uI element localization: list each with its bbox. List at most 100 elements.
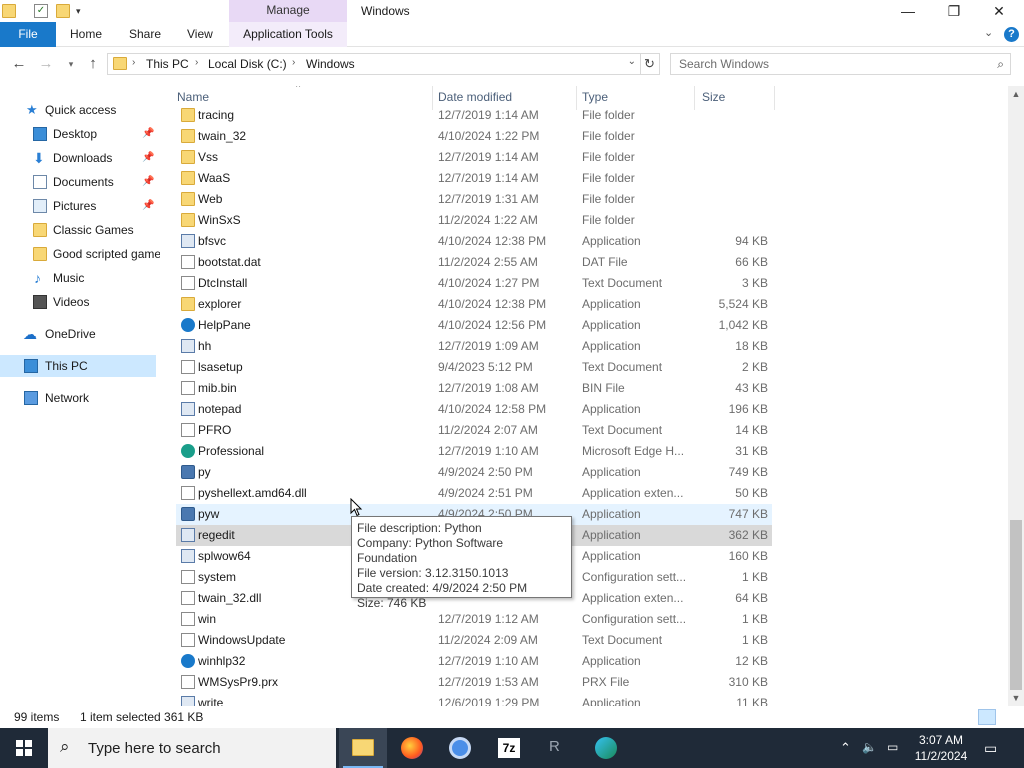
file-row[interactable]: DtcInstall 4/10/2024 1:27 PM Text Document…	[176, 273, 772, 294]
start-button[interactable]	[0, 728, 48, 768]
scroll-up-arrow-icon[interactable]: ▲	[1008, 86, 1024, 102]
nav-this-pc[interactable]: This PC	[0, 355, 156, 377]
taskbar-r[interactable]: R	[533, 728, 581, 768]
volume-muted-icon[interactable]: 🔈	[862, 740, 877, 754]
doc-icon	[181, 255, 195, 269]
maximize-button[interactable]: ❐	[931, 0, 977, 24]
file-row[interactable]: write 12/6/2019 1:29 PM Application 11 KB	[176, 693, 772, 706]
expand-ribbon-icon[interactable]: ⌄	[984, 26, 993, 39]
file-name: pyw	[198, 507, 220, 521]
notifications-icon[interactable]: ▭	[984, 740, 997, 757]
new-folder-icon[interactable]	[56, 4, 70, 18]
taskbar-edge[interactable]	[582, 728, 630, 768]
file-type: Application	[582, 297, 641, 311]
file-row[interactable]: Web 12/7/2019 1:31 AM File folder	[176, 189, 772, 210]
refresh-icon[interactable]: ↻	[640, 53, 660, 75]
file-row[interactable]: tracing 12/7/2019 1:14 AM File folder	[176, 105, 772, 126]
file-row[interactable]: lsasetup 9/4/2023 5:12 PM Text Document 2 K…	[176, 357, 772, 378]
file-row[interactable]: Professional 12/7/2019 1:10 AM Microsoft E…	[176, 441, 772, 462]
nav-label: Good scripted games	[53, 247, 160, 261]
customize-toolbar-icon[interactable]: ▾	[76, 4, 90, 18]
file-type: Application	[582, 465, 641, 479]
tab-view[interactable]: View	[187, 22, 213, 47]
breadcrumb-windows[interactable]: Windows	[306, 57, 355, 71]
help-icon[interactable]: ?	[1004, 27, 1019, 42]
nav-quick-access[interactable]: ★ Quick access	[0, 99, 160, 121]
file-row[interactable]: WMSysPr9.prx 12/7/2019 1:53 AM PRX File 310…	[176, 672, 772, 693]
nav-item-videos[interactable]: Videos	[0, 291, 160, 313]
taskbar-chrome[interactable]	[436, 728, 484, 768]
forward-arrow-icon[interactable]: →	[36, 54, 56, 74]
taskbar-firefox[interactable]	[388, 728, 436, 768]
nav-network[interactable]: Network	[0, 387, 160, 409]
tooltip-line: File version: 3.12.3150.1013	[357, 566, 509, 580]
file-row[interactable]: bootstat.dat 11/2/2024 2:55 AM DAT File 66 …	[176, 252, 772, 273]
chevron-right-icon[interactable]: ›	[132, 57, 135, 68]
properties-icon[interactable]: ✓	[34, 4, 48, 18]
scroll-down-arrow-icon[interactable]: ▼	[1008, 690, 1024, 706]
address-dropdown-icon[interactable]: ⌄	[628, 56, 636, 67]
nav-onedrive[interactable]: ☁ OneDrive	[0, 323, 160, 345]
breadcrumb-this-pc[interactable]: This PC	[146, 57, 189, 71]
nav-item-downloads[interactable]: ⬇ Downloads 📌	[0, 147, 160, 169]
search-placeholder: Search Windows	[679, 57, 770, 71]
py-icon	[181, 507, 195, 521]
nav-item-music[interactable]: ♪ Music	[0, 267, 160, 289]
edge-icon	[181, 444, 195, 458]
file-row[interactable]: twain_32 4/10/2024 1:22 PM File folder	[176, 126, 772, 147]
nav-item-good-scripted-games[interactable]: Good scripted games	[0, 243, 160, 265]
nav-item-documents[interactable]: Documents 📌	[0, 171, 160, 193]
folder-icon	[181, 108, 195, 122]
file-date: 12/7/2019 1:10 AM	[438, 654, 539, 668]
file-row[interactable]: hh 12/7/2019 1:09 AM Application 18 KB	[176, 336, 772, 357]
large-icons-view-icon[interactable]	[1000, 709, 1018, 725]
file-type: Application	[582, 402, 641, 416]
address-bar[interactable]: › This PC › Local Disk (C:) › Windows ⌄	[107, 53, 641, 75]
file-row[interactable]: HelpPane 4/10/2024 12:56 PM Application 1,0…	[176, 315, 772, 336]
tab-share[interactable]: Share	[129, 22, 161, 47]
taskbar-7zip[interactable]: 7z	[485, 728, 533, 768]
file-row[interactable]: WindowsUpdate 11/2/2024 2:09 AM Text Docum…	[176, 630, 772, 651]
file-row[interactable]: Vss 12/7/2019 1:14 AM File folder	[176, 147, 772, 168]
file-row[interactable]: WaaS 12/7/2019 1:14 AM File folder	[176, 168, 772, 189]
file-row[interactable]: win 12/7/2019 1:12 AM Configuration sett..…	[176, 609, 772, 630]
file-row[interactable]: notepad 4/10/2024 12:58 PM Application 196 …	[176, 399, 772, 420]
file-row[interactable]: pyshellext.amd64.dll 4/9/2024 2:51 PM Appl…	[176, 483, 772, 504]
show-hidden-icons-icon[interactable]: ⌃	[840, 740, 851, 756]
file-row[interactable]: winhlp32 12/7/2019 1:10 AM Application 12 K…	[176, 651, 772, 672]
taskbar-search-box[interactable]: ⌕ Type here to search	[48, 728, 336, 768]
search-input[interactable]: Search Windows ⌕	[670, 53, 1011, 75]
column-divider[interactable]	[774, 86, 775, 110]
system-clock[interactable]: 3:07 AM 11/2/2024	[912, 732, 970, 764]
nav-item-pictures[interactable]: Pictures 📌	[0, 195, 160, 217]
scrollbar-thumb[interactable]	[1010, 520, 1022, 690]
tab-application-tools[interactable]: Application Tools	[229, 22, 347, 47]
file-date: 12/7/2019 1:53 AM	[438, 675, 539, 689]
file-row[interactable]: WinSxS 11/2/2024 1:22 AM File folder	[176, 210, 772, 231]
breadcrumb-local-disk[interactable]: Local Disk (C:)	[208, 57, 287, 71]
close-button[interactable]: ✕	[976, 0, 1022, 24]
tab-home[interactable]: Home	[70, 22, 102, 47]
app-icon	[181, 339, 195, 353]
nav-item-classic-games[interactable]: Classic Games	[0, 219, 160, 241]
nav-item-desktop[interactable]: Desktop 📌	[0, 123, 160, 145]
file-size: 747 KB	[728, 507, 768, 521]
file-row[interactable]: bfsvc 4/10/2024 12:38 PM Application 94 KB	[176, 231, 772, 252]
file-size: 12 KB	[735, 654, 768, 668]
file-row[interactable]: mib.bin 12/7/2019 1:08 AM BIN File 43 KB	[176, 378, 772, 399]
network-status-icon[interactable]: ▭	[887, 740, 898, 754]
file-row[interactable]: explorer 4/10/2024 12:38 PM Application 5,5…	[176, 294, 772, 315]
file-row[interactable]: PFRO 11/2/2024 2:07 AM Text Document 14 KB	[176, 420, 772, 441]
tab-file[interactable]: File	[0, 22, 56, 47]
file-row[interactable]: py 4/9/2024 2:50 PM Application 749 KB	[176, 462, 772, 483]
chevron-right-icon[interactable]: ›	[195, 57, 198, 68]
search-icon[interactable]: ⌕	[997, 57, 1004, 72]
file-name: tracing	[198, 108, 235, 122]
up-arrow-icon[interactable]: ↑	[83, 54, 103, 74]
taskbar-file-explorer[interactable]	[339, 728, 387, 768]
details-view-icon[interactable]	[978, 709, 996, 725]
chevron-right-icon[interactable]: ›	[292, 57, 295, 68]
minimize-button[interactable]: —	[885, 0, 931, 24]
recent-locations-icon[interactable]: ▾	[61, 54, 81, 74]
back-arrow-icon[interactable]: ←	[9, 54, 29, 74]
